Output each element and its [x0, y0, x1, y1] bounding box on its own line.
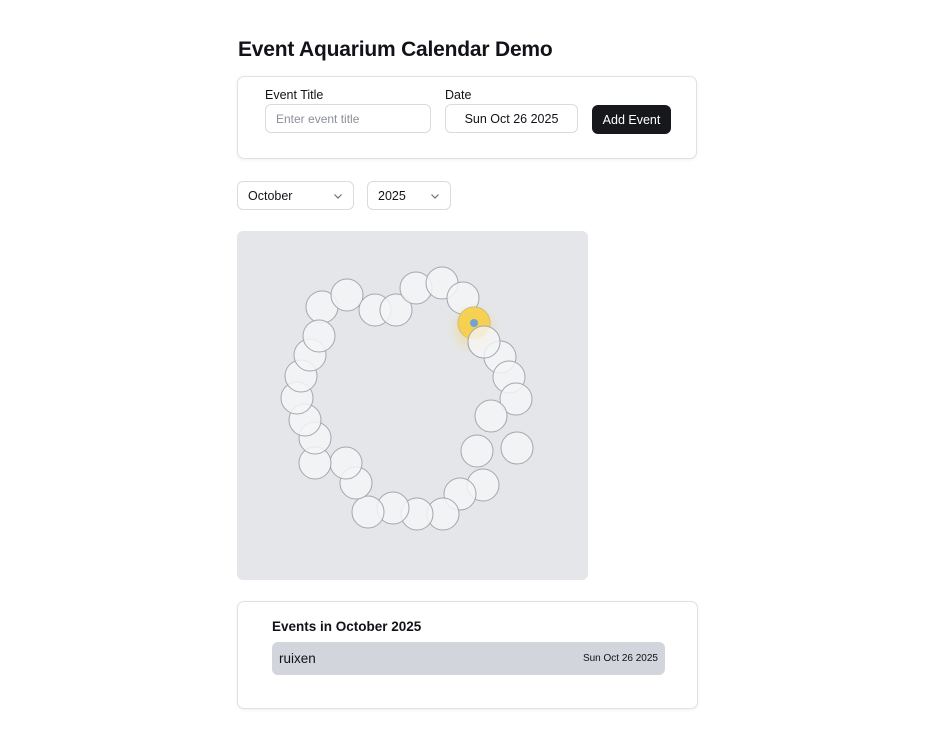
add-event-form: Event Title Date Sun Oct 26 2025 Add Eve… [237, 76, 697, 159]
aquarium-canvas [280, 266, 534, 531]
event-item-date: Sun Oct 26 2025 [582, 653, 658, 664]
day-bubble[interactable] [460, 434, 494, 468]
month-select[interactable]: October [237, 181, 354, 210]
month-select-value: October [248, 188, 293, 203]
event-item-title: ruixen [279, 651, 316, 666]
event-marker-dot [470, 319, 478, 327]
day-bubble[interactable] [302, 319, 336, 353]
year-select[interactable]: 2025 [367, 181, 451, 210]
date-label: Date [445, 88, 472, 102]
day-bubble[interactable] [500, 431, 534, 465]
aquarium-calendar [237, 231, 588, 580]
day-bubble[interactable] [474, 399, 508, 433]
chevron-down-icon [431, 194, 439, 199]
date-value: Sun Oct 26 2025 [464, 111, 559, 126]
year-select-value: 2025 [378, 188, 406, 203]
event-title-input[interactable] [265, 104, 431, 133]
events-list-card: Events in October 2025 ruixen Sun Oct 26… [237, 601, 698, 709]
day-bubble[interactable] [467, 325, 501, 359]
chevron-down-icon [334, 194, 342, 199]
add-event-button[interactable]: Add Event [592, 105, 671, 134]
event-title-label: Event Title [265, 88, 324, 102]
date-picker-button[interactable]: Sun Oct 26 2025 [445, 104, 578, 133]
day-bubble[interactable] [330, 278, 364, 312]
day-bubble[interactable] [329, 446, 363, 480]
events-heading: Events in October 2025 [272, 619, 422, 634]
event-item[interactable]: ruixen Sun Oct 26 2025 [272, 642, 665, 675]
page-title: Event Aquarium Calendar Demo [238, 38, 553, 61]
day-bubble[interactable] [351, 495, 385, 529]
